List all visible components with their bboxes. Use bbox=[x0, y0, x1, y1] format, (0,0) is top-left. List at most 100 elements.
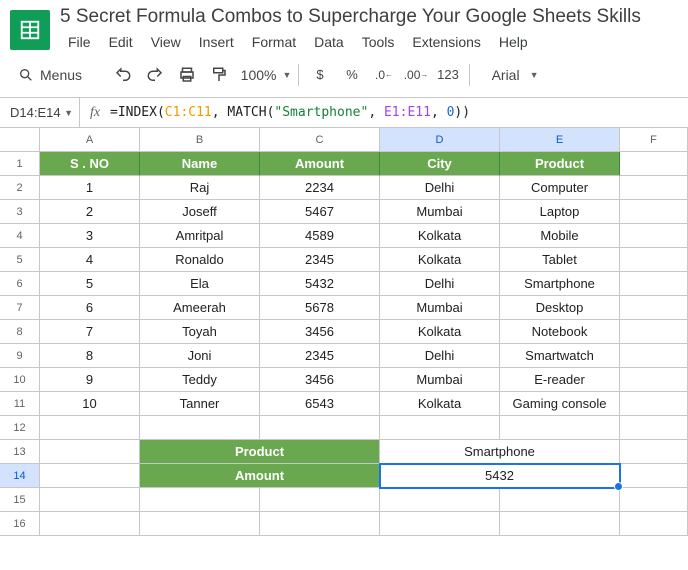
cell[interactable]: 6543 bbox=[260, 392, 380, 416]
cell[interactable] bbox=[620, 512, 688, 536]
menu-edit[interactable]: Edit bbox=[101, 30, 141, 54]
row-header[interactable]: 8 bbox=[0, 320, 40, 344]
cell[interactable] bbox=[620, 320, 688, 344]
table-header[interactable]: S . NO bbox=[40, 152, 140, 176]
row-header[interactable]: 14 bbox=[0, 464, 40, 488]
cell[interactable] bbox=[620, 488, 688, 512]
formula-input[interactable]: =INDEX(C1:C11, MATCH("Smartphone", E1:E1… bbox=[110, 105, 470, 120]
menu-tools[interactable]: Tools bbox=[354, 30, 403, 54]
col-header-f[interactable]: F bbox=[620, 128, 688, 152]
table-header[interactable]: Name bbox=[140, 152, 260, 176]
cell[interactable]: 5678 bbox=[260, 296, 380, 320]
redo-button[interactable] bbox=[140, 60, 170, 90]
cell[interactable] bbox=[380, 416, 500, 440]
sheets-logo-icon[interactable] bbox=[10, 10, 50, 50]
cell[interactable] bbox=[140, 416, 260, 440]
cell[interactable]: Tanner bbox=[140, 392, 260, 416]
col-header-c[interactable]: C bbox=[260, 128, 380, 152]
row-header[interactable]: 4 bbox=[0, 224, 40, 248]
row-header[interactable]: 11 bbox=[0, 392, 40, 416]
table-header[interactable]: Amount bbox=[260, 152, 380, 176]
cell[interactable]: 2 bbox=[40, 200, 140, 224]
cell[interactable] bbox=[260, 488, 380, 512]
cell[interactable]: Ameerah bbox=[140, 296, 260, 320]
cell[interactable]: Ronaldo bbox=[140, 248, 260, 272]
cell[interactable]: 2345 bbox=[260, 344, 380, 368]
menu-view[interactable]: View bbox=[143, 30, 189, 54]
percent-button[interactable]: % bbox=[337, 60, 367, 90]
cell[interactable]: 3456 bbox=[260, 368, 380, 392]
cell[interactable] bbox=[40, 488, 140, 512]
cell[interactable]: 9 bbox=[40, 368, 140, 392]
menus-search-button[interactable]: Menus bbox=[8, 61, 94, 89]
cell[interactable]: Teddy bbox=[140, 368, 260, 392]
cell[interactable]: Kolkata bbox=[380, 392, 500, 416]
lookup-label[interactable]: Amount bbox=[140, 464, 380, 488]
cell[interactable]: 6 bbox=[40, 296, 140, 320]
row-header[interactable]: 2 bbox=[0, 176, 40, 200]
row-header[interactable]: 10 bbox=[0, 368, 40, 392]
cell[interactable] bbox=[500, 416, 620, 440]
cell[interactable]: Kolkata bbox=[380, 320, 500, 344]
cell[interactable] bbox=[260, 416, 380, 440]
select-all-corner[interactable] bbox=[0, 128, 40, 152]
number-format-button[interactable]: 123 bbox=[433, 60, 463, 90]
cell[interactable]: Desktop bbox=[500, 296, 620, 320]
row-header[interactable]: 6 bbox=[0, 272, 40, 296]
lookup-label[interactable]: Product bbox=[140, 440, 380, 464]
cell[interactable]: Laptop bbox=[500, 200, 620, 224]
cell[interactable]: Notebook bbox=[500, 320, 620, 344]
cell[interactable] bbox=[500, 488, 620, 512]
row-header[interactable]: 9 bbox=[0, 344, 40, 368]
cell[interactable]: Mumbai bbox=[380, 368, 500, 392]
row-header[interactable]: 1 bbox=[0, 152, 40, 176]
menu-data[interactable]: Data bbox=[306, 30, 352, 54]
cell[interactable] bbox=[620, 344, 688, 368]
zoom-select[interactable]: 100%▼ bbox=[236, 60, 292, 90]
cell[interactable] bbox=[620, 464, 688, 488]
cell[interactable]: 2345 bbox=[260, 248, 380, 272]
cell[interactable]: Computer bbox=[500, 176, 620, 200]
cell[interactable] bbox=[620, 176, 688, 200]
cell[interactable] bbox=[40, 464, 140, 488]
paint-format-button[interactable] bbox=[204, 60, 234, 90]
cell[interactable]: E-reader bbox=[500, 368, 620, 392]
menu-format[interactable]: Format bbox=[244, 30, 304, 54]
col-header-a[interactable]: A bbox=[40, 128, 140, 152]
cell[interactable]: Gaming console bbox=[500, 392, 620, 416]
cell[interactable]: Ela bbox=[140, 272, 260, 296]
menu-file[interactable]: File bbox=[60, 30, 99, 54]
document-title[interactable]: 5 Secret Formula Combos to Supercharge Y… bbox=[60, 6, 641, 28]
name-box[interactable]: D14:E14 ▼ bbox=[0, 98, 80, 127]
cell[interactable] bbox=[260, 512, 380, 536]
cell[interactable] bbox=[380, 488, 500, 512]
cell[interactable]: Delhi bbox=[380, 344, 500, 368]
row-header[interactable]: 16 bbox=[0, 512, 40, 536]
cell[interactable]: 8 bbox=[40, 344, 140, 368]
cell[interactable] bbox=[380, 512, 500, 536]
cell[interactable] bbox=[620, 248, 688, 272]
col-header-b[interactable]: B bbox=[140, 128, 260, 152]
cell[interactable]: Toyah bbox=[140, 320, 260, 344]
row-header[interactable]: 7 bbox=[0, 296, 40, 320]
cell[interactable]: 5432 bbox=[260, 272, 380, 296]
cell[interactable] bbox=[620, 392, 688, 416]
row-header[interactable]: 3 bbox=[0, 200, 40, 224]
cell[interactable]: Mumbai bbox=[380, 296, 500, 320]
cell[interactable]: Mumbai bbox=[380, 200, 500, 224]
cell[interactable] bbox=[500, 512, 620, 536]
menu-extensions[interactable]: Extensions bbox=[404, 30, 488, 54]
cell[interactable]: 4589 bbox=[260, 224, 380, 248]
cell[interactable] bbox=[620, 152, 688, 176]
cell[interactable]: Tablet bbox=[500, 248, 620, 272]
cell[interactable] bbox=[620, 224, 688, 248]
cell[interactable]: 4 bbox=[40, 248, 140, 272]
spreadsheet-grid[interactable]: A B C D E F 1 S . NO Name Amount City Pr… bbox=[0, 128, 688, 536]
row-header[interactable]: 5 bbox=[0, 248, 40, 272]
decrease-decimal-button[interactable]: .0← bbox=[369, 60, 399, 90]
cell[interactable]: Kolkata bbox=[380, 248, 500, 272]
cell[interactable]: 5467 bbox=[260, 200, 380, 224]
increase-decimal-button[interactable]: .00→ bbox=[401, 60, 431, 90]
cell[interactable]: 3 bbox=[40, 224, 140, 248]
menu-insert[interactable]: Insert bbox=[191, 30, 242, 54]
